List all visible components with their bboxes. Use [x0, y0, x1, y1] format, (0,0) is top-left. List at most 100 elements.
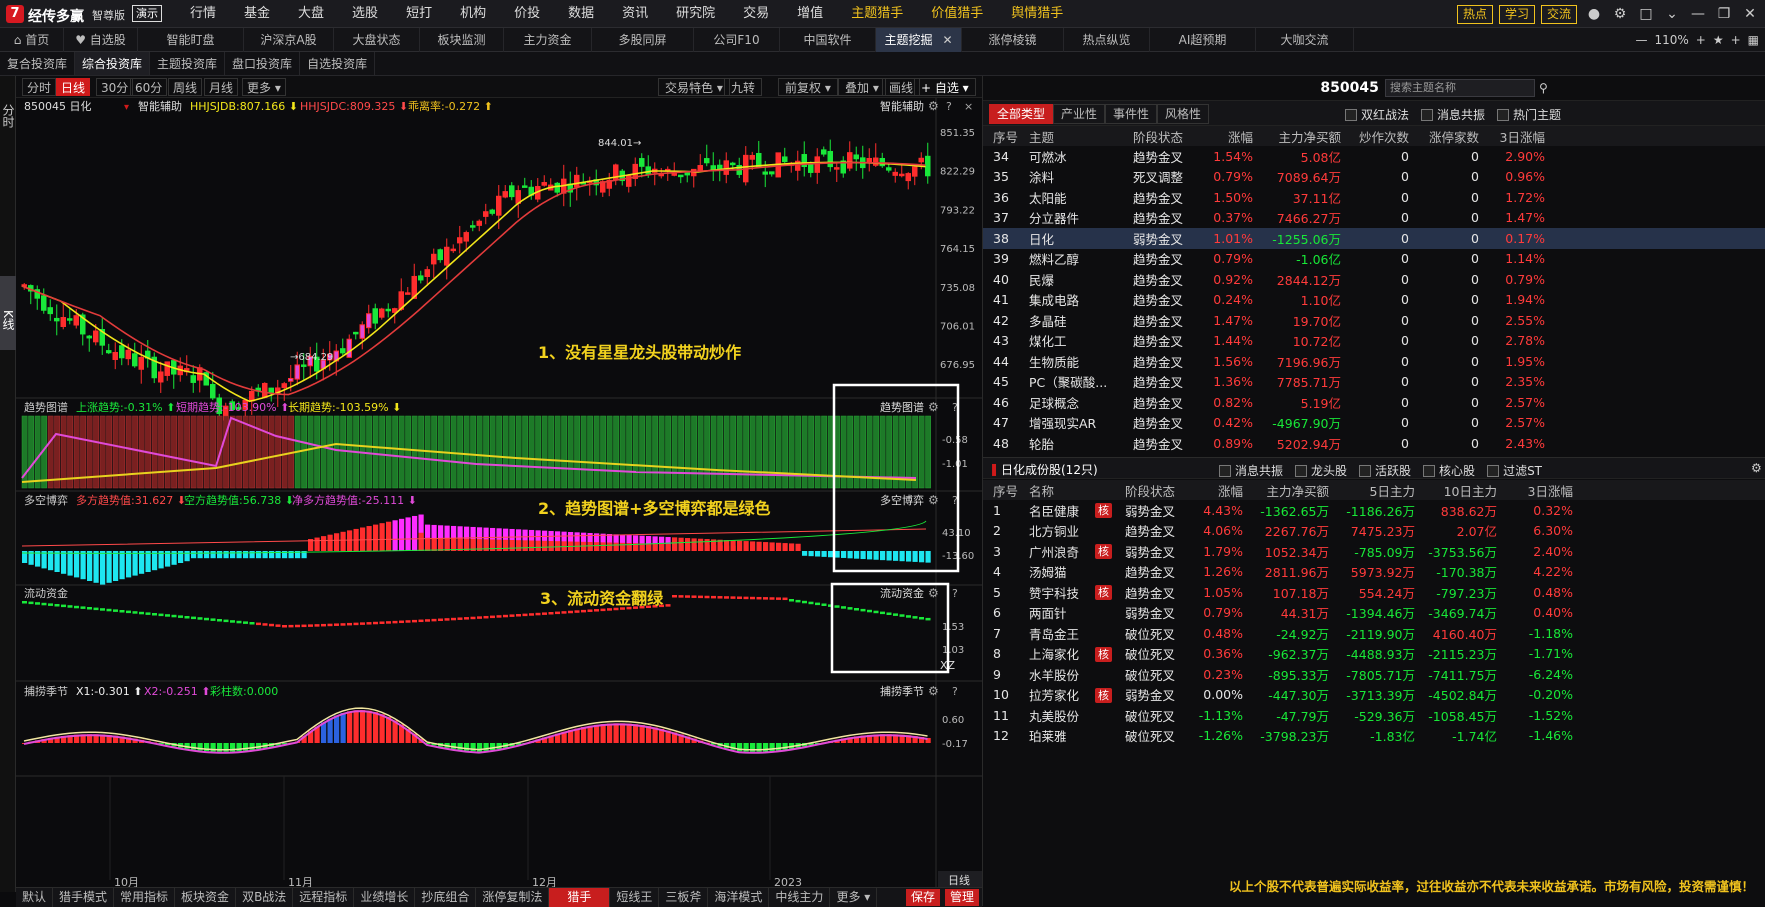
save-button[interactable]: 保存	[906, 889, 941, 906]
menu-item-1[interactable]: 基金	[230, 0, 284, 28]
learn-button[interactable]: 学习	[1498, 4, 1535, 24]
star-icon[interactable]: ★	[1713, 33, 1724, 47]
chart-tool-5[interactable]: + 自选 ▾	[914, 78, 976, 96]
tab-14[interactable]: 大咖交流	[1256, 28, 1354, 52]
theme-col-header-0[interactable]: 序号	[983, 126, 1023, 146]
category-tab-0[interactable]: 全部类型	[989, 104, 1054, 124]
period-tab-6[interactable]: 更多 ▾	[242, 78, 286, 96]
checkbox-box[interactable]	[1487, 464, 1500, 477]
exchange-button[interactable]: 交流	[1540, 4, 1577, 24]
menu-item-6[interactable]: 价投	[500, 0, 554, 28]
zoom-in-icon[interactable]: +	[1696, 33, 1706, 47]
category-tab-3[interactable]: 风格性	[1157, 104, 1210, 124]
stock-col-header-0[interactable]: 序号	[983, 480, 1023, 500]
indicator-tab-7[interactable]: 抄底组合	[415, 888, 477, 907]
tab-13[interactable]: AI超预期	[1150, 28, 1256, 52]
theme-row[interactable]: 38 日化 弱势金叉 1.01% -1255.06万 0 0 0.17%	[983, 228, 1765, 249]
stock-col-header-3[interactable]: 阶段状态	[1125, 480, 1195, 500]
settings-icon[interactable]: ⚙	[1751, 461, 1762, 475]
checkbox-box[interactable]	[1295, 464, 1308, 477]
indicator-tab-3[interactable]: 板块资金	[175, 888, 237, 907]
subtab-0[interactable]: 复合投资库	[0, 52, 76, 75]
theme-col-header-4[interactable]: 主力净买额	[1253, 126, 1341, 146]
theme-checkbox-0[interactable]: 双红战法	[1345, 106, 1409, 123]
indicator-tab-8[interactable]: 涨停复制法	[476, 888, 550, 907]
chart-tool-1[interactable]: 九转	[724, 78, 763, 96]
grid-icon[interactable]: ▦	[1748, 33, 1759, 47]
tab-0[interactable]: ⌂ 首页	[0, 28, 64, 52]
theme-row[interactable]: 42 多晶硅 趋势金叉 1.47% 19.70亿 0 0 2.55%	[983, 310, 1765, 331]
timeshare-view-button[interactable]: 分时	[0, 104, 16, 128]
period-tab-1[interactable]: 日线	[56, 78, 91, 96]
checkbox-box[interactable]	[1359, 464, 1372, 477]
theme-checkbox-2[interactable]: 热门主题	[1497, 106, 1561, 123]
kline-chart-svg[interactable]: 850045 日化 ▾ 智能辅助 HHJSJDB:807.166 ⬇ HHJSJDC:8…	[16, 98, 982, 889]
indicator-tab-13[interactable]: 中线主力	[769, 888, 831, 907]
stock-row[interactable]: 11 丸美股份 破位死叉 -1.13% -47.79万 -529.36万 -1058.45万…	[983, 705, 1765, 726]
period-tab-5[interactable]: 月线	[204, 78, 239, 96]
theme-row[interactable]: 46 足球概念 趋势金叉 0.82% 5.19亿 0 0 2.57%	[983, 392, 1765, 413]
stock-col-header-2[interactable]	[1095, 480, 1125, 500]
category-tab-1[interactable]: 产业性	[1053, 104, 1106, 124]
manage-button[interactable]: 管理	[945, 889, 980, 906]
stock-row[interactable]: 12 珀莱雅 破位死叉 -1.26% -3798.23万 -1.83亿 -1.74亿 -1.4…	[983, 726, 1765, 747]
minimize-icon[interactable]: —	[1687, 6, 1709, 22]
menu-item-12[interactable]: 主题猎手	[837, 0, 917, 28]
tab-4[interactable]: 大盘状态	[334, 28, 420, 52]
chart-tool-2[interactable]: 前复权 ▾	[778, 78, 838, 96]
chart-tool-0[interactable]: 交易特色 ▾	[658, 78, 730, 96]
user-icon[interactable]: ●	[1583, 6, 1605, 22]
zoom-out-icon[interactable]: —	[1635, 33, 1647, 47]
stock-row[interactable]: 2 北方铜业 趋势金叉 4.06% 2267.76万 7475.23万 2.07亿 6.30%	[983, 521, 1765, 542]
chart-tool-3[interactable]: 叠加 ▾	[838, 78, 886, 96]
subtab-2[interactable]: 主题投资库	[150, 52, 226, 75]
demo-badge[interactable]: 演示	[132, 5, 162, 22]
kline-view-button[interactable]: K线	[0, 276, 16, 350]
theme-row[interactable]: 47 增强现实AR 趋势金叉 0.42% -4967.90万 0 0 2.57%	[983, 413, 1765, 434]
hot-button[interactable]: 热点	[1456, 4, 1493, 24]
theme-col-header-7[interactable]: 3日涨幅	[1479, 126, 1545, 146]
tab-10[interactable]: 主题挖掘 ✕	[876, 28, 962, 52]
theme-search-input[interactable]: 搜索主题名称	[1385, 79, 1535, 97]
theme-row[interactable]: 35 涂料 死叉调整 0.79% 7089.64万 0 0 0.96%	[983, 167, 1765, 188]
indicator-tab-11[interactable]: 三板斧	[659, 888, 709, 907]
search-icon[interactable]: ⚲	[1539, 81, 1548, 95]
menu-item-13[interactable]: 价值猎手	[917, 0, 997, 28]
window-icon[interactable]: □	[1635, 6, 1657, 22]
indicator-tab-9[interactable]: 猎手	[549, 888, 611, 907]
tab-5[interactable]: 板块监测	[420, 28, 504, 52]
stock-col-header-4[interactable]: 涨幅	[1195, 480, 1243, 500]
theme-row[interactable]: 34 可燃冰 趋势金叉 1.54% 5.08亿 0 0 2.90%	[983, 146, 1765, 167]
stock-row[interactable]: 1 名臣健康核弱势金叉 4.43% -1362.65万 -1186.26万 838.62万…	[983, 500, 1765, 521]
tab-7[interactable]: 多股同屏	[592, 28, 694, 52]
tab-11[interactable]: 涨停棱镜	[962, 28, 1064, 52]
tab-1[interactable]: ♥ 自选股	[64, 28, 138, 52]
chart-area[interactable]: 850045 日化 ▾ 智能辅助 HHJSJDB:807.166 ⬇ HHJSJDC:8…	[16, 98, 982, 890]
subtab-4[interactable]: 自选投资库	[300, 52, 376, 75]
menu-item-4[interactable]: 短打	[392, 0, 446, 28]
menu-item-14[interactable]: 舆情猎手	[997, 0, 1077, 28]
theme-row[interactable]: 40 民爆 趋势金叉 0.92% 2844.12万 0 0 0.79%	[983, 269, 1765, 290]
stock-col-header-1[interactable]: 名称	[1023, 480, 1095, 500]
theme-col-header-1[interactable]: 主题	[1023, 126, 1133, 146]
menu-item-11[interactable]: 增值	[783, 0, 837, 28]
tab-close-icon[interactable]: ✕	[942, 33, 952, 47]
stock-col-header-5[interactable]: 主力净买额	[1243, 480, 1329, 500]
theme-col-header-5[interactable]: 炒作次数	[1341, 126, 1409, 146]
menu-item-5[interactable]: 机构	[446, 0, 500, 28]
indicator-tab-12[interactable]: 海洋模式	[708, 888, 770, 907]
stock-checkbox-4[interactable]: 过滤ST	[1487, 462, 1542, 479]
checkbox-box[interactable]	[1219, 464, 1231, 477]
stock-row[interactable]: 4 汤姆猫 趋势金叉 1.26% 2811.96万 5973.92万 -170.38万 4.2…	[983, 562, 1765, 583]
theme-row[interactable]: 39 燃料乙醇 趋势金叉 0.79% -1.06亿 0 0 1.14%	[983, 249, 1765, 270]
period-tab-3[interactable]: 60分	[130, 78, 168, 96]
subtab-3[interactable]: 盘口投资库	[225, 52, 301, 75]
menu-item-9[interactable]: 研究院	[662, 0, 729, 28]
menu-item-2[interactable]: 大盘	[284, 0, 338, 28]
chevron-down-icon[interactable]: ⌄	[1661, 6, 1683, 22]
checkbox-box[interactable]	[1421, 108, 1434, 121]
theme-col-header-3[interactable]: 涨幅	[1201, 126, 1253, 146]
indicator-tab-0[interactable]: 默认	[16, 888, 54, 907]
stock-row[interactable]: 6 两面针 弱势金叉 0.79% 44.31万 -1394.46万 -3469.74万 0.4…	[983, 603, 1765, 624]
indicator-tab-5[interactable]: 远程指标	[293, 888, 355, 907]
